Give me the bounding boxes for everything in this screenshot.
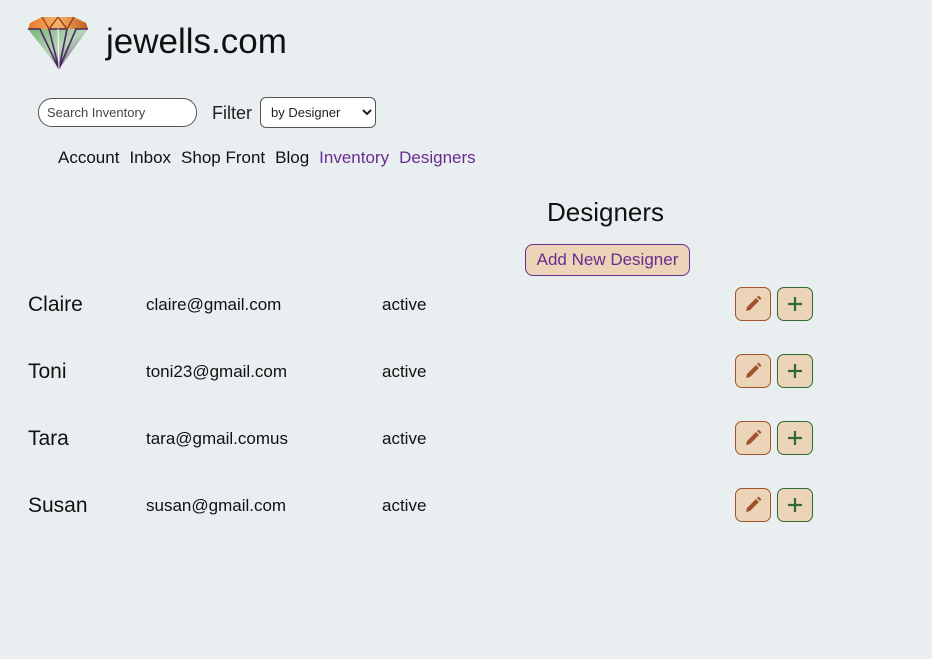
designer-status: active [382, 295, 427, 314]
plus-icon [788, 431, 802, 445]
plus-icon [788, 364, 802, 378]
plus-icon [788, 297, 802, 311]
pencil-icon [746, 429, 762, 445]
diamond-logo-icon [28, 17, 88, 69]
designer-email: susan@gmail.com [146, 496, 287, 515]
nav-account-link[interactable]: Account [58, 147, 119, 169]
edit-designer-button[interactable] [735, 287, 771, 321]
edit-designer-button[interactable] [735, 488, 771, 522]
designer-email: tara@gmail.comus [146, 429, 288, 448]
designer-row: Claire claire@gmail.com active [0, 285, 932, 325]
page-title: Designers [547, 197, 665, 227]
pencil-icon [746, 295, 762, 311]
nav-inventory-link[interactable]: Inventory [319, 147, 389, 169]
designer-row: Tara tara@gmail.comus active [0, 419, 932, 459]
designer-row: Toni toni23@gmail.com active [0, 352, 932, 392]
edit-designer-button[interactable] [735, 421, 771, 455]
designer-status: active [382, 362, 427, 381]
designer-name: Tara [28, 427, 69, 450]
nav-shop-front-link[interactable]: Shop Front [181, 147, 265, 169]
nav-inbox-link[interactable]: Inbox [129, 147, 171, 169]
designer-email: toni23@gmail.com [146, 362, 288, 381]
nav-designers-link[interactable]: Designers [399, 147, 476, 169]
filter-label: Filter [212, 103, 252, 123]
add-new-designer-button[interactable]: Add New Designer [525, 244, 690, 276]
add-designer-item-button[interactable] [777, 421, 813, 455]
add-designer-item-button[interactable] [777, 488, 813, 522]
designer-name: Claire [28, 293, 83, 316]
designer-status: active [382, 429, 427, 448]
designer-name: Toni [28, 360, 67, 383]
plus-icon [788, 498, 802, 512]
site-title: jewells.com [106, 22, 287, 61]
designer-name: Susan [28, 494, 88, 517]
add-designer-item-button[interactable] [777, 287, 813, 321]
designer-row: Susan susan@gmail.com active [0, 486, 932, 526]
search-input[interactable] [38, 98, 197, 127]
nav-blog-link[interactable]: Blog [275, 147, 309, 169]
filter-select[interactable]: by Designer [260, 97, 376, 128]
add-designer-item-button[interactable] [777, 354, 813, 388]
edit-designer-button[interactable] [735, 354, 771, 388]
main-nav: Account Inbox Shop Front Blog Inventory … [58, 147, 476, 169]
designer-email: claire@gmail.com [146, 295, 282, 314]
pencil-icon [746, 362, 762, 378]
pencil-icon [746, 496, 762, 512]
designer-status: active [382, 496, 427, 515]
